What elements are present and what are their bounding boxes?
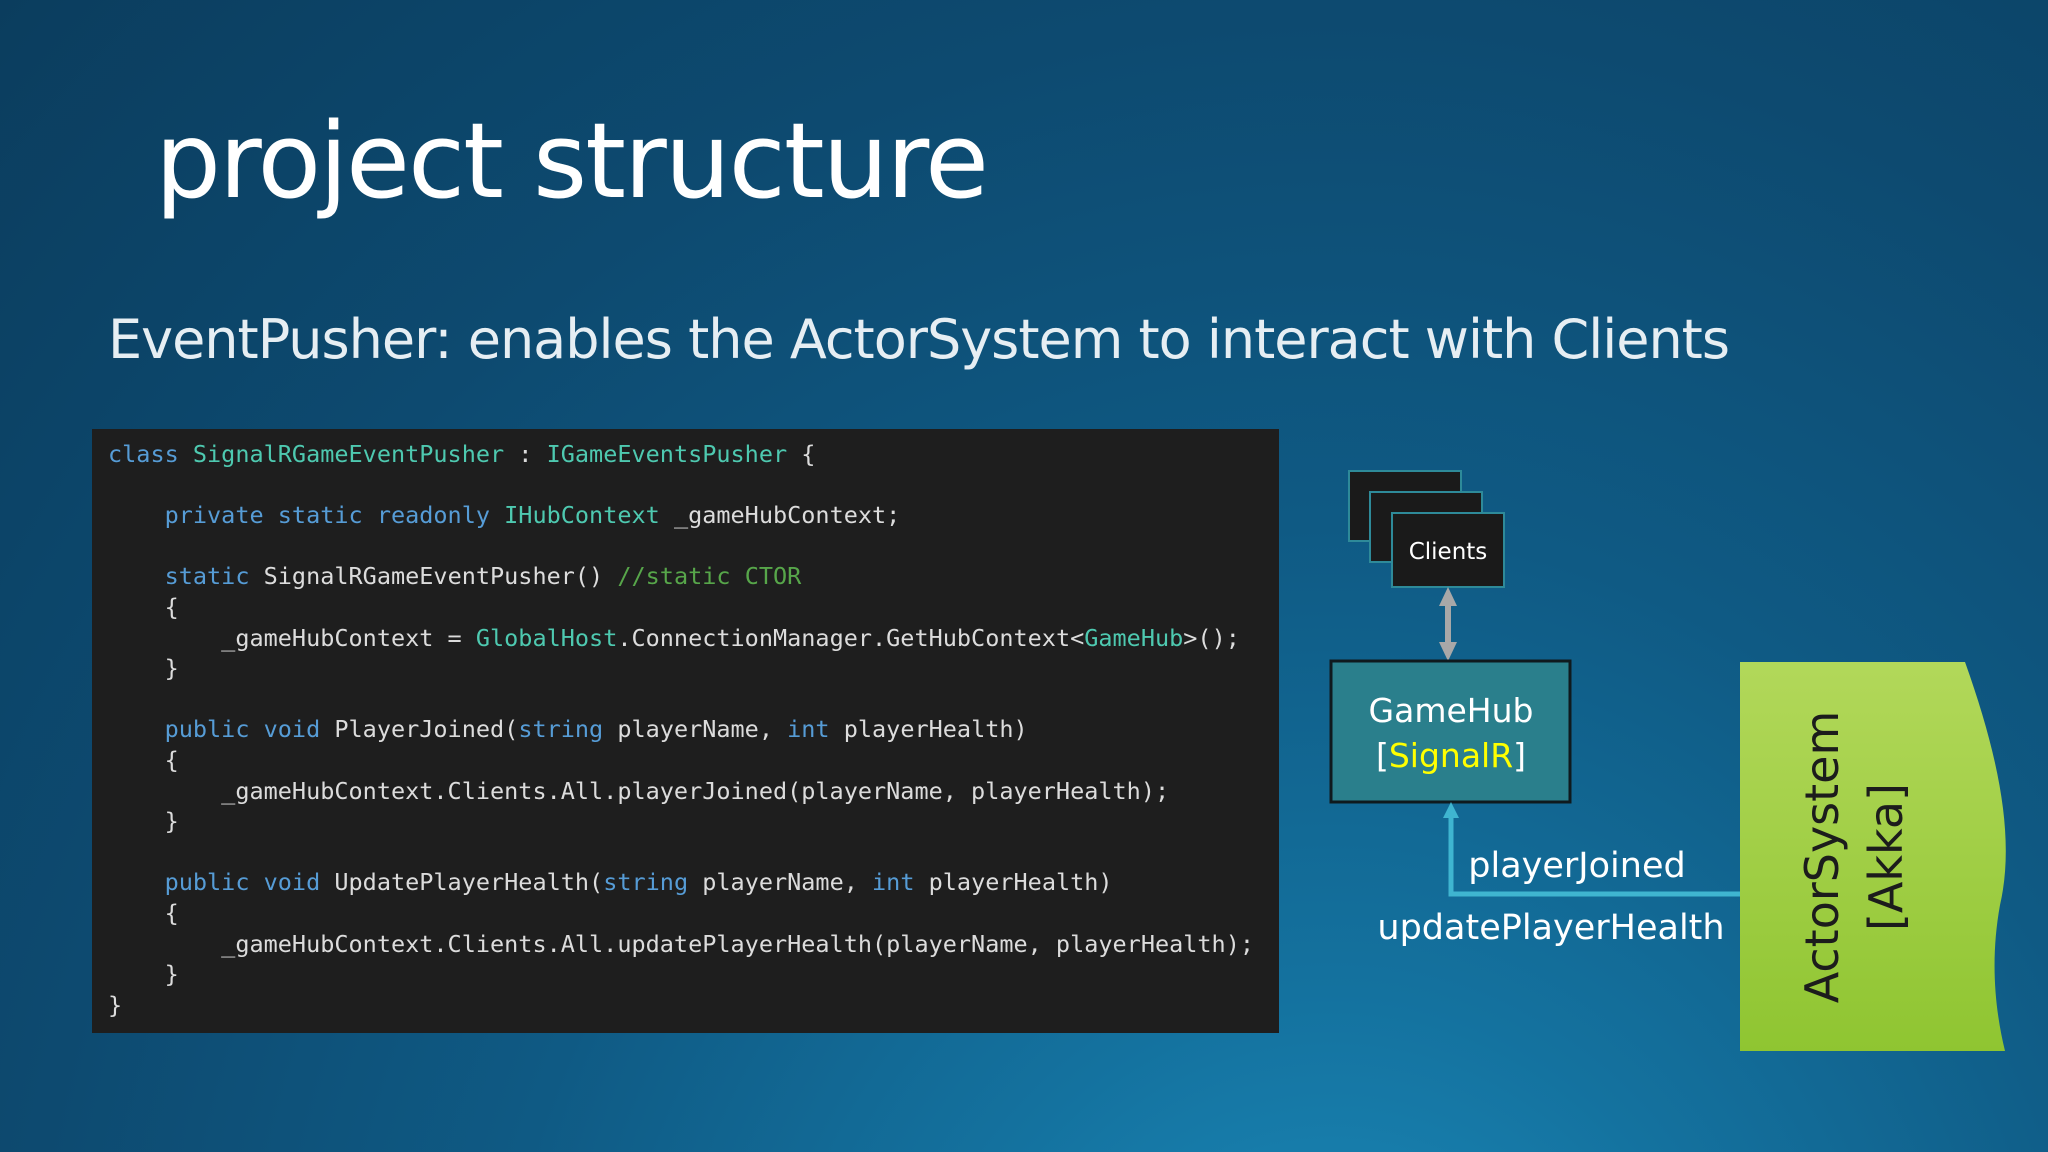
code-line: { (108, 592, 1279, 623)
code-token: : (504, 440, 547, 468)
code-token: _gameHubContext; (659, 501, 901, 530)
code-line: { (108, 898, 1279, 929)
code-token: } (108, 960, 179, 989)
code-token: GameHub (1084, 623, 1184, 652)
actorsystem-gamehub-connector-head (1443, 802, 1459, 818)
code-line: { (108, 745, 1279, 776)
gamehub-label: GameHub (1369, 691, 1534, 730)
code-line: } (108, 806, 1279, 837)
clients-gamehub-arrow-up-head (1439, 587, 1457, 606)
code-line: _gameHubContext.Clients.All.updatePlayer… (108, 929, 1279, 960)
code-line: _gameHubContext.Clients.All.playerJoined… (108, 776, 1279, 807)
code-token: playerHealth) (914, 868, 1113, 897)
code-token: { (108, 592, 179, 621)
code-token: } (108, 807, 179, 836)
actorsystem-gamehub-connector (1448, 818, 1740, 897)
slide-title: project structure (155, 100, 989, 222)
code-token: SignalRGameEventPusher (192, 440, 505, 468)
clients-box-front (1391, 512, 1505, 588)
code-token: int (787, 715, 830, 744)
code-token: PlayerJoined( (334, 715, 519, 744)
code-token: _gameHubContext.Clients.All.playerJoined… (108, 776, 1170, 805)
code-line: static SignalRGameEventPusher() //static… (108, 561, 1279, 592)
code-token: UpdatePlayerHealth( (334, 868, 604, 897)
code-token: SignalRGameEventPusher() (263, 562, 618, 591)
clients-label: Clients (1409, 539, 1488, 565)
code-line: public void PlayerJoined(string playerNa… (108, 714, 1279, 745)
code-line: public void UpdatePlayerHealth(string pl… (108, 867, 1279, 898)
code-token: public void (164, 868, 335, 897)
actorsystem-label: ActorSystem (1795, 711, 1849, 1004)
clients-box-back (1348, 470, 1462, 542)
code-line: } (108, 990, 1279, 1021)
gamehub-box (1329, 659, 1572, 804)
code-token: } (108, 654, 179, 683)
code-token: .ConnectionManager.GetHubContext< (617, 623, 1085, 652)
event-player-joined: playerJoined (1468, 846, 1685, 886)
code-token: playerHealth) (829, 715, 1028, 744)
code-line: private static readonly IHubContext _gam… (108, 500, 1279, 531)
code-token: { (108, 898, 179, 927)
akka-label: [Akka] (1859, 783, 1913, 931)
code-token: GlobalHost (475, 623, 618, 652)
code-token: static (164, 562, 264, 591)
clients-box-middle (1369, 491, 1483, 563)
code-token: } (108, 990, 123, 1019)
code-token: string (518, 715, 604, 744)
clients-gamehub-arrow-down-head (1439, 642, 1457, 661)
code-token: int (872, 868, 915, 897)
code-token: playerName, (688, 868, 873, 897)
signalr-label: [SignalR] (1376, 736, 1526, 775)
code-token: { (787, 440, 816, 468)
code-line: _gameHubContext = GlobalHost.ConnectionM… (108, 623, 1279, 654)
code-line: } (108, 959, 1279, 990)
code-token: >(); (1183, 623, 1240, 652)
code-token: playerName, (603, 715, 788, 744)
code-token: private static readonly (164, 501, 505, 530)
code-token: IGameEventsPusher (546, 440, 788, 468)
code-token: _gameHubContext = (108, 623, 476, 652)
code-token: //static CTOR (617, 562, 802, 591)
slide-subtitle: EventPusher: enables the ActorSystem to … (108, 308, 1730, 371)
code-token: public void (164, 715, 335, 744)
code-token: IHubContext (504, 501, 660, 530)
code-token: _gameHubContext.Clients.All.updatePlayer… (108, 929, 1255, 958)
code-token: { (108, 745, 179, 774)
code-line: class SignalRGameEventPusher : IGameEven… (108, 439, 1279, 470)
code-token: class (108, 440, 193, 468)
code-token: string (603, 868, 689, 897)
code-panel: class SignalRGameEventPusher : IGameEven… (92, 429, 1279, 1033)
code-line: } (108, 653, 1279, 684)
event-update-player-health: updatePlayerHealth (1377, 908, 1724, 948)
actorsystem-shape (1740, 662, 2006, 1051)
